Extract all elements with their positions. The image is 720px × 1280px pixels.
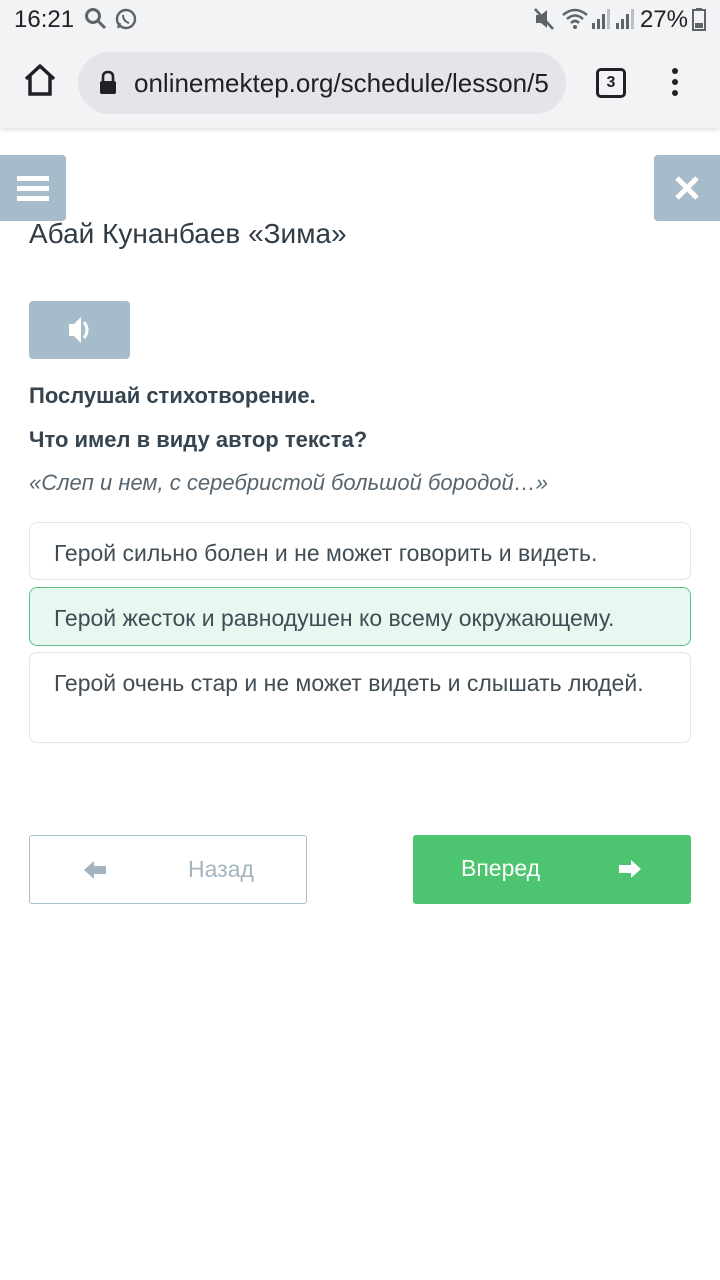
next-button[interactable]: Вперед [413, 835, 691, 904]
home-icon[interactable] [22, 62, 58, 98]
signal-icon [616, 9, 634, 29]
close-icon [675, 176, 699, 200]
back-button-label: Назад [188, 856, 254, 882]
signal-icon [592, 9, 610, 29]
overflow-menu-icon[interactable] [668, 68, 682, 100]
tab-switcher-button[interactable]: 3 [596, 68, 626, 98]
status-bar: 16:21 27% [0, 0, 720, 40]
answer-option-label: Герой очень стар и не может видеть и слы… [54, 670, 644, 696]
arrow-left-icon [84, 861, 106, 879]
audio-play-button[interactable] [29, 301, 130, 359]
question-text: Что имел в виду автор текста? [29, 427, 368, 452]
quote-text: «Слеп и нем, с серебристой большой бород… [29, 470, 548, 495]
hamburger-menu-icon[interactable] [0, 155, 66, 221]
battery-icon [692, 8, 706, 31]
instruction-text: Послушай стихотворение. [29, 383, 316, 408]
battery-percent: 27% [639, 6, 688, 33]
lock-icon [100, 70, 116, 94]
search-icon [85, 8, 107, 30]
answer-option[interactable]: Герой очень стар и не может видеть и слы… [29, 652, 691, 743]
mute-icon [534, 8, 554, 30]
url-text: onlinemektep.org/schedule/lesson/5 [134, 68, 549, 98]
answer-option-selected[interactable]: Герой жесток и равнодушен ко всему окруж… [29, 587, 691, 646]
wifi-icon [562, 8, 588, 29]
answer-option-label: Герой жесток и равнодушен ко всему окруж… [54, 605, 615, 631]
whatsapp-icon [115, 8, 137, 30]
address-bar[interactable]: onlinemektep.org/schedule/lesson/5 [78, 52, 566, 114]
close-button[interactable] [654, 155, 720, 221]
status-time: 16:21 [14, 6, 75, 33]
answer-option-label: Герой сильно болен и не может говорить и… [54, 540, 598, 566]
page-title: Абай Кунанбаев «Зима» [29, 218, 347, 249]
arrow-right-icon [619, 860, 641, 878]
answer-option[interactable]: Герой сильно болен и не может говорить и… [29, 522, 691, 580]
browser-toolbar: onlinemektep.org/schedule/lesson/5 3 [0, 40, 720, 128]
back-button[interactable]: Назад [29, 835, 307, 904]
speaker-icon [69, 317, 89, 343]
next-button-label: Вперед [461, 855, 541, 881]
